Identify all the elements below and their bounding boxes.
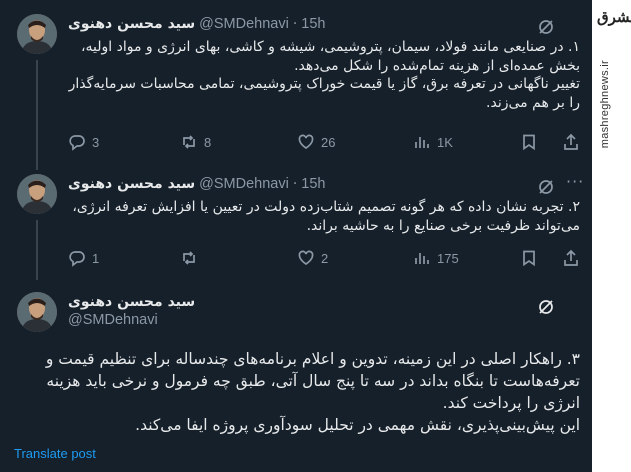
translate-link[interactable]: Translate post (14, 446, 96, 461)
author-handle[interactable]: @SMDehnavi (68, 312, 158, 328)
thread-line (36, 220, 38, 280)
tweet-3[interactable]: سید محسن دهنوی @SMDehnavi ۳. راهکار اصلی… (0, 280, 592, 472)
text-line: ۲. تجربه نشان داده که هر گونه تصمیم شتاب… (72, 199, 580, 215)
like-icon (298, 250, 314, 265)
tweet-header: سید محسن دهنوی @SMDehnavi · 15h (68, 16, 325, 32)
text-line: انرژی را پرداخت کند. (442, 394, 580, 412)
text-line: می‌تواند ظرفیت برخی صنایع را به حاشیه بر… (306, 217, 580, 234)
tweet-2[interactable]: سید محسن دهنوی @SMDehnavi · 15h ··· ۲. ت… (0, 170, 592, 280)
more-icon[interactable]: ··· (566, 172, 584, 191)
author-name[interactable]: سید محسن دهنوی (68, 16, 195, 32)
author-name[interactable]: سید محسن دهنوی (68, 176, 195, 192)
text-line: را بر هم می‌زند. (486, 94, 580, 111)
bookmark-icon[interactable] (520, 133, 538, 151)
like-count: 26 (321, 134, 336, 150)
share-icon[interactable] (562, 133, 580, 151)
repost-icon (183, 251, 195, 265)
views-count: 1K (437, 134, 453, 150)
reply-button[interactable]: 1 (68, 249, 99, 267)
text-line: تعرفه‌هاست تا بنگاه بداند در سه تا پنج س… (46, 372, 580, 390)
tweet-1[interactable]: سید محسن دهنوی @SMDehnavi · 15h ۱. در صن… (0, 0, 592, 170)
reply-count: 1 (92, 250, 100, 266)
like-icon (298, 134, 314, 149)
text-line: ۱. در صنایعی مانند فولاد، سیمان، پتروشیم… (81, 39, 580, 55)
text-line: این پیش‌بینی‌پذیری، نقش مهمی در تحلیل سو… (135, 416, 580, 434)
views-icon (415, 137, 429, 148)
separator: · (292, 16, 298, 32)
author-handle[interactable]: @SMDehnavi (199, 176, 289, 192)
timestamp[interactable]: 15h (301, 176, 325, 192)
grok-icon[interactable] (537, 298, 555, 316)
text-line: تغییر ناگهانی در تعرفه برق، گاز یا قیمت … (68, 76, 580, 92)
views-count: 175 (437, 250, 459, 266)
tweet-text: ۳. راهکار اصلی در این زمینه، تدوین و اعل… (14, 348, 580, 436)
author-handle[interactable]: @SMDehnavi (199, 16, 289, 32)
avatar[interactable] (17, 174, 57, 214)
timeline: سید محسن دهنوی @SMDehnavi · 15h ۱. در صن… (0, 0, 592, 472)
tweet-text: ۲. تجربه نشان داده که هر گونه تصمیم شتاب… (68, 198, 580, 235)
views-icon (415, 253, 429, 264)
repost-button[interactable]: 8 (180, 133, 211, 151)
author-name[interactable]: سید محسن دهنوی (68, 294, 195, 310)
bookmark-icon[interactable] (520, 249, 538, 267)
reply-icon (69, 251, 85, 267)
avatar[interactable] (17, 14, 57, 54)
views-button[interactable]: 1K (413, 133, 453, 151)
reply-button[interactable]: 3 (68, 133, 99, 151)
reply-icon (69, 135, 85, 151)
like-button[interactable]: 26 (297, 133, 335, 151)
thread-line (36, 60, 38, 170)
text-line: ۳. راهکار اصلی در این زمینه، تدوین و اعل… (45, 350, 580, 368)
timestamp[interactable]: 15h (301, 16, 325, 32)
separator: · (292, 176, 298, 192)
avatar[interactable] (17, 292, 57, 332)
reply-count: 3 (92, 134, 100, 150)
views-button[interactable]: 175 (413, 249, 459, 267)
watermark-strip: مشرق mashreghnews.ir (592, 0, 631, 472)
site-url: mashreghnews.ir (599, 60, 611, 149)
repost-count: 8 (204, 134, 212, 150)
tweet-text: ۱. در صنایعی مانند فولاد، سیمان، پتروشیم… (68, 38, 580, 112)
site-logo: مشرق (597, 8, 631, 26)
text-line: بخش عمده‌ای از هزینه تمام‌شده را شکل می‌… (294, 57, 580, 74)
share-icon[interactable] (562, 249, 580, 267)
grok-icon[interactable] (537, 178, 555, 196)
grok-icon[interactable] (537, 18, 555, 36)
like-count: 2 (321, 250, 329, 266)
repost-icon (183, 135, 195, 149)
tweet-header: سید محسن دهنوی @SMDehnavi · 15h (68, 176, 325, 192)
like-button[interactable]: 2 (297, 249, 328, 267)
repost-button[interactable] (180, 249, 204, 267)
